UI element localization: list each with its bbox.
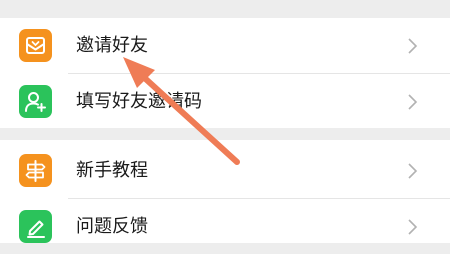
signpost-icon (19, 154, 52, 187)
edit-pencil-icon (19, 210, 52, 243)
add-user-icon (19, 85, 52, 118)
mail-envelope-icon (19, 29, 52, 62)
invite-friends-row[interactable]: 邀请好友 (0, 18, 450, 73)
beginner-tutorial-label: 新手教程 (76, 160, 148, 181)
settings-group-2: 新手教程 问题反馈 (0, 140, 450, 243)
beginner-tutorial-row[interactable]: 新手教程 (0, 143, 450, 198)
chevron-right-icon (408, 38, 418, 54)
enter-invite-code-label: 填写好友邀请码 (76, 91, 202, 112)
enter-invite-code-row[interactable]: 填写好友邀请码 (0, 74, 450, 129)
feedback-label: 问题反馈 (76, 216, 148, 237)
chevron-right-icon (408, 163, 418, 179)
invite-friends-label: 邀请好友 (76, 35, 148, 56)
chevron-right-icon (408, 94, 418, 110)
chevron-right-icon (408, 219, 418, 235)
feedback-row[interactable]: 问题反馈 (0, 199, 450, 254)
settings-group-1: 邀请好友 填写好友邀请码 (0, 18, 450, 128)
